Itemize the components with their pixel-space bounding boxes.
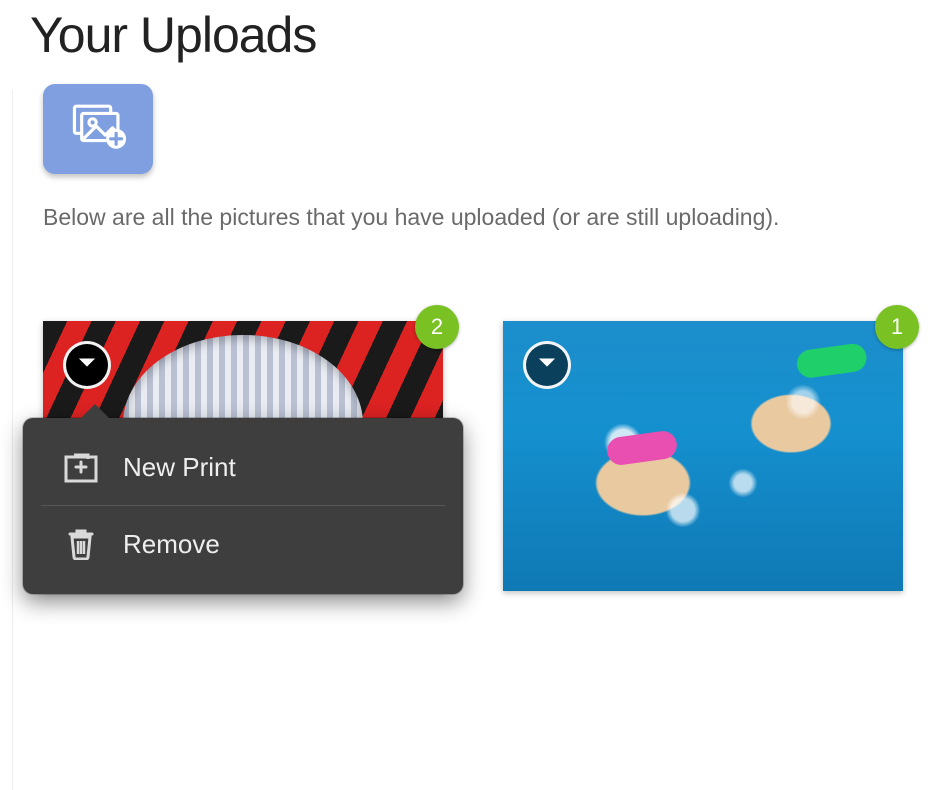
thumbnail-menu-button[interactable] <box>63 341 111 389</box>
chevron-down-icon <box>538 356 556 374</box>
page-description: Below are all the pictures that you have… <box>43 204 944 231</box>
uploads-gallery: 2 New Print <box>43 321 944 591</box>
menu-item-label: Remove <box>123 529 220 560</box>
page-title: Your Uploads <box>30 6 944 64</box>
thumbnail-menu-button[interactable] <box>523 341 571 389</box>
menu-item-remove[interactable]: Remove <box>23 506 463 582</box>
add-photos-icon <box>69 102 127 157</box>
chevron-down-icon <box>78 356 96 374</box>
thumbnail-context-menu: New Print Remove <box>23 418 463 594</box>
menu-item-label: New Print <box>123 452 236 483</box>
add-photos-button[interactable] <box>43 84 153 174</box>
divider <box>12 90 13 790</box>
upload-thumbnail[interactable]: 2 New Print <box>43 321 443 591</box>
new-print-icon <box>63 453 99 483</box>
count-badge: 1 <box>875 305 919 349</box>
menu-item-new-print[interactable]: New Print <box>23 430 463 505</box>
trash-icon <box>63 528 99 560</box>
upload-thumbnail[interactable]: 1 <box>503 321 903 591</box>
count-badge: 2 <box>415 305 459 349</box>
